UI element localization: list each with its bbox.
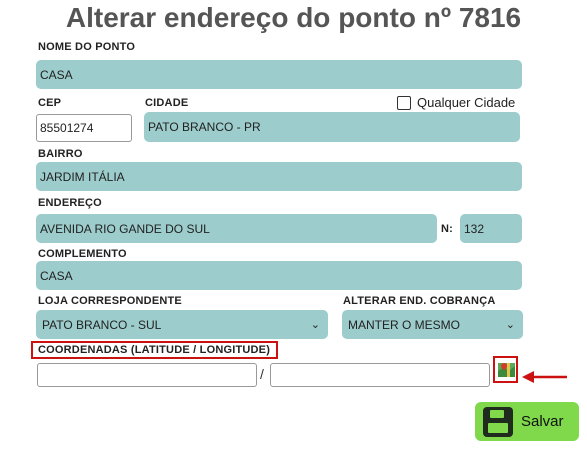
loja-select[interactable]: PATO BRANCO - SUL ⌄ xyxy=(36,310,328,339)
loja-label: LOJA CORRESPONDENTE xyxy=(38,295,182,307)
cep-label: CEP xyxy=(38,97,62,109)
endereco-value: AVENIDA RIO GANDE DO SUL xyxy=(40,221,210,236)
qualquer-cidade-toggle[interactable]: Qualquer Cidade xyxy=(397,95,515,110)
cep-field[interactable]: 85501274 xyxy=(36,114,132,142)
floppy-disk-icon xyxy=(483,406,513,437)
numero-label: N: xyxy=(441,223,454,235)
save-button[interactable]: Salvar xyxy=(475,402,579,441)
coord-separator: / xyxy=(260,366,264,382)
qualquer-cidade-checkbox[interactable] xyxy=(397,95,411,110)
chevron-down-icon: ⌄ xyxy=(310,319,320,331)
latitude-input[interactable] xyxy=(37,363,257,387)
cobranca-select[interactable]: MANTER O MESMO ⌄ xyxy=(342,310,523,339)
cobranca-value: MANTER O MESMO xyxy=(348,317,461,332)
cidade-field[interactable]: PATO BRANCO - PR xyxy=(144,112,520,142)
map-button[interactable] xyxy=(493,356,518,383)
loja-value: PATO BRANCO - SUL xyxy=(42,317,162,332)
map-icon xyxy=(498,363,515,377)
bairro-field[interactable]: JARDIM ITÁLIA xyxy=(36,162,522,191)
coordenadas-label: COORDENADAS (LATITUDE / LONGITUDE) xyxy=(31,341,278,359)
save-label: Salvar xyxy=(521,413,564,430)
complemento-value: CASA xyxy=(40,268,73,283)
numero-value: 132 xyxy=(464,221,485,236)
nome-label: NOME DO PONTO xyxy=(38,41,136,53)
cidade-value: PATO BRANCO - PR xyxy=(148,120,261,134)
nome-field[interactable]: CASA xyxy=(36,60,522,89)
complemento-field[interactable]: CASA xyxy=(36,261,522,290)
endereco-label: ENDEREÇO xyxy=(38,197,102,209)
bairro-label: BAIRRO xyxy=(38,148,83,160)
page-title: Alterar endereço do ponto nº 7816 xyxy=(65,2,522,33)
qualquer-cidade-label: Qualquer Cidade xyxy=(417,95,516,110)
complemento-label: COMPLEMENTO xyxy=(38,248,127,260)
numero-field[interactable]: 132 xyxy=(460,214,522,243)
endereco-field[interactable]: AVENIDA RIO GANDE DO SUL xyxy=(36,214,437,243)
cobranca-label: ALTERAR END. COBRANÇA xyxy=(343,295,496,307)
cep-value: 85501274 xyxy=(40,121,94,135)
longitude-input[interactable] xyxy=(270,363,490,387)
left-arrow-icon xyxy=(522,371,567,383)
nome-value: CASA xyxy=(40,67,73,82)
bairro-value: JARDIM ITÁLIA xyxy=(40,169,125,184)
cidade-label: CIDADE xyxy=(145,97,189,109)
chevron-down-icon: ⌄ xyxy=(505,319,515,331)
